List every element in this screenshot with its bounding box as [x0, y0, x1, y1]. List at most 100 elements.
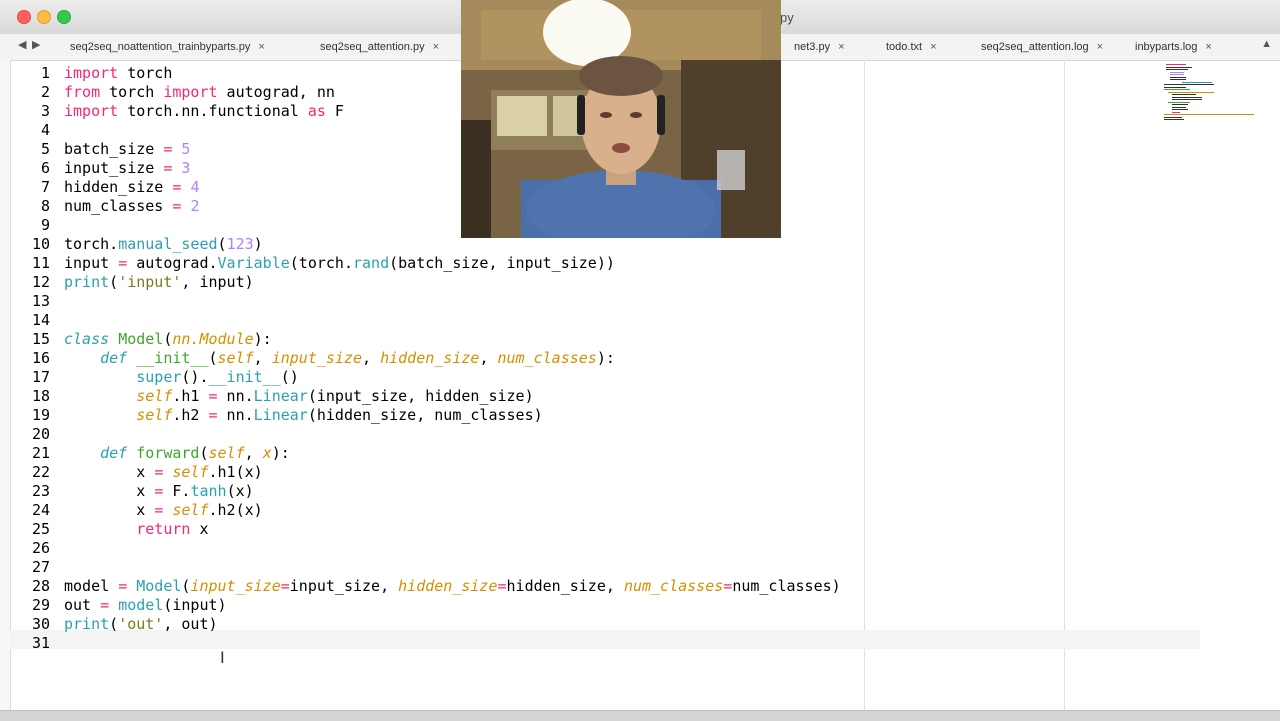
code-line[interactable]: input = autograd.Variable(torch.rand(bat… [64, 254, 615, 273]
code-token: = [154, 482, 164, 500]
minimap[interactable] [1160, 64, 1270, 134]
code-token: class [64, 330, 110, 348]
code-line[interactable]: import torch [64, 64, 172, 83]
code-token: (input) [163, 596, 227, 614]
minimap-line [1166, 66, 1192, 68]
line-number: 30 [31, 615, 50, 633]
tab-seq2seq-attention[interactable]: seq2seq_attention.py × [320, 34, 439, 60]
code-token: , [253, 349, 272, 367]
code-line[interactable]: def forward(self, x): [64, 444, 290, 463]
code-token: def [100, 349, 128, 367]
code-line[interactable]: print('input', input) [64, 273, 254, 292]
code-token: from [64, 83, 101, 101]
tab-inbyparts-log[interactable]: inbyparts.log × [1135, 34, 1212, 60]
code-token: 2 [190, 197, 200, 215]
code-line[interactable]: self.h1 = nn.Linear(input_size, hidden_s… [64, 387, 533, 406]
tab-seq2seq-noattention[interactable]: seq2seq_noattention_trainbyparts.py × [70, 34, 265, 60]
code-token: , [479, 349, 498, 367]
code-token: autograd, nn [217, 83, 335, 101]
code-token: x [190, 520, 209, 538]
code-line[interactable]: num_classes = 2 [64, 197, 199, 216]
code-token: nn.Module [172, 330, 254, 348]
tab-net3[interactable]: net3.py × [794, 34, 845, 60]
line-number: 21 [31, 444, 50, 462]
minimap-line [1172, 99, 1202, 100]
code-token: ): [253, 330, 272, 348]
code-token: 3 [181, 159, 191, 177]
code-token: tanh [190, 482, 227, 500]
line-number: 7 [40, 178, 50, 196]
code-line[interactable]: super().__init__() [64, 368, 299, 387]
code-line[interactable]: return x [64, 520, 209, 539]
code-line[interactable]: input_size = 3 [64, 159, 190, 178]
minimap-line [1164, 84, 1214, 85]
line-number: 28 [31, 577, 50, 595]
code-token: self [217, 349, 254, 367]
code-token: manual_seed [118, 235, 218, 253]
code-token: self [172, 463, 209, 481]
code-token: input_size, [289, 577, 399, 595]
close-window-button[interactable] [17, 10, 31, 24]
code-token: model [118, 596, 164, 614]
tab-close-icon[interactable]: × [1097, 41, 1103, 53]
line-number: 27 [31, 558, 50, 576]
code-line[interactable]: x = self.h2(x) [64, 501, 262, 520]
code-token: torch. [64, 235, 119, 253]
code-line[interactable]: x = F.tanh(x) [64, 482, 254, 501]
code-line[interactable]: batch_size = 5 [64, 140, 190, 159]
back-arrow-icon[interactable]: ◀ [18, 38, 26, 51]
tab-todo[interactable]: todo.txt × [886, 34, 937, 60]
code-token: def [100, 444, 128, 462]
code-line[interactable]: from torch import autograd, nn [64, 83, 335, 102]
code-token: () [280, 368, 299, 386]
minimap-line [1164, 119, 1184, 120]
line-number: 26 [31, 539, 50, 557]
tab-seq2seq-attention-log[interactable]: seq2seq_attention.log × [981, 34, 1103, 60]
minimize-window-button[interactable] [37, 10, 51, 24]
line-number: 15 [31, 330, 50, 348]
maximize-window-button[interactable] [57, 10, 71, 24]
code-token: Linear [253, 406, 308, 424]
line-number: 4 [40, 121, 50, 139]
code-token: batch_size [64, 140, 164, 158]
code-line[interactable]: class Model(nn.Module): [64, 330, 272, 349]
code-line[interactable]: model = Model(input_size=input_size, hid… [64, 577, 841, 596]
presenter-video [461, 0, 781, 238]
code-line[interactable]: hidden_size = 4 [64, 178, 199, 197]
status-bar [0, 710, 1280, 721]
line-number: 24 [31, 501, 50, 519]
tab-overflow-icon[interactable]: ▲ [1261, 38, 1272, 50]
tab-close-icon[interactable]: × [1205, 41, 1211, 53]
code-token: print [64, 273, 110, 291]
code-token: (x) [226, 482, 254, 500]
code-token: return [136, 520, 191, 538]
code-line[interactable]: out = model(input) [64, 596, 227, 615]
code-token: = [154, 463, 164, 481]
line-number: 11 [31, 254, 50, 272]
forward-arrow-icon[interactable]: ▶ [32, 38, 40, 51]
code-line[interactable]: print('out', out) [64, 615, 218, 634]
code-line[interactable]: def __init__(self, input_size, hidden_si… [64, 349, 615, 368]
code-line[interactable]: self.h2 = nn.Linear(hidden_size, num_cla… [64, 406, 542, 425]
text-cursor-icon: I [220, 648, 225, 667]
tab-close-icon[interactable]: × [838, 41, 844, 53]
code-token: import [163, 83, 218, 101]
code-line[interactable]: torch.manual_seed(123) [64, 235, 263, 254]
line-number: 5 [40, 140, 50, 158]
code-line[interactable]: import torch.nn.functional as F [64, 102, 344, 121]
code-line[interactable]: x = self.h1(x) [64, 463, 262, 482]
tab-label: seq2seq_attention.log [981, 41, 1089, 53]
tab-label: net3.py [794, 41, 831, 53]
code-token: = [208, 406, 218, 424]
code-token: ): [596, 349, 615, 367]
code-token: x [64, 463, 155, 481]
code-token: ) [253, 235, 263, 253]
minimap-line [1172, 104, 1188, 105]
tab-close-icon[interactable]: × [258, 41, 264, 53]
code-token: , [362, 349, 381, 367]
tab-close-icon[interactable]: × [930, 41, 936, 53]
code-token: = [723, 577, 733, 595]
code-token: __init__ [136, 349, 209, 367]
tab-close-icon[interactable]: × [433, 41, 439, 53]
